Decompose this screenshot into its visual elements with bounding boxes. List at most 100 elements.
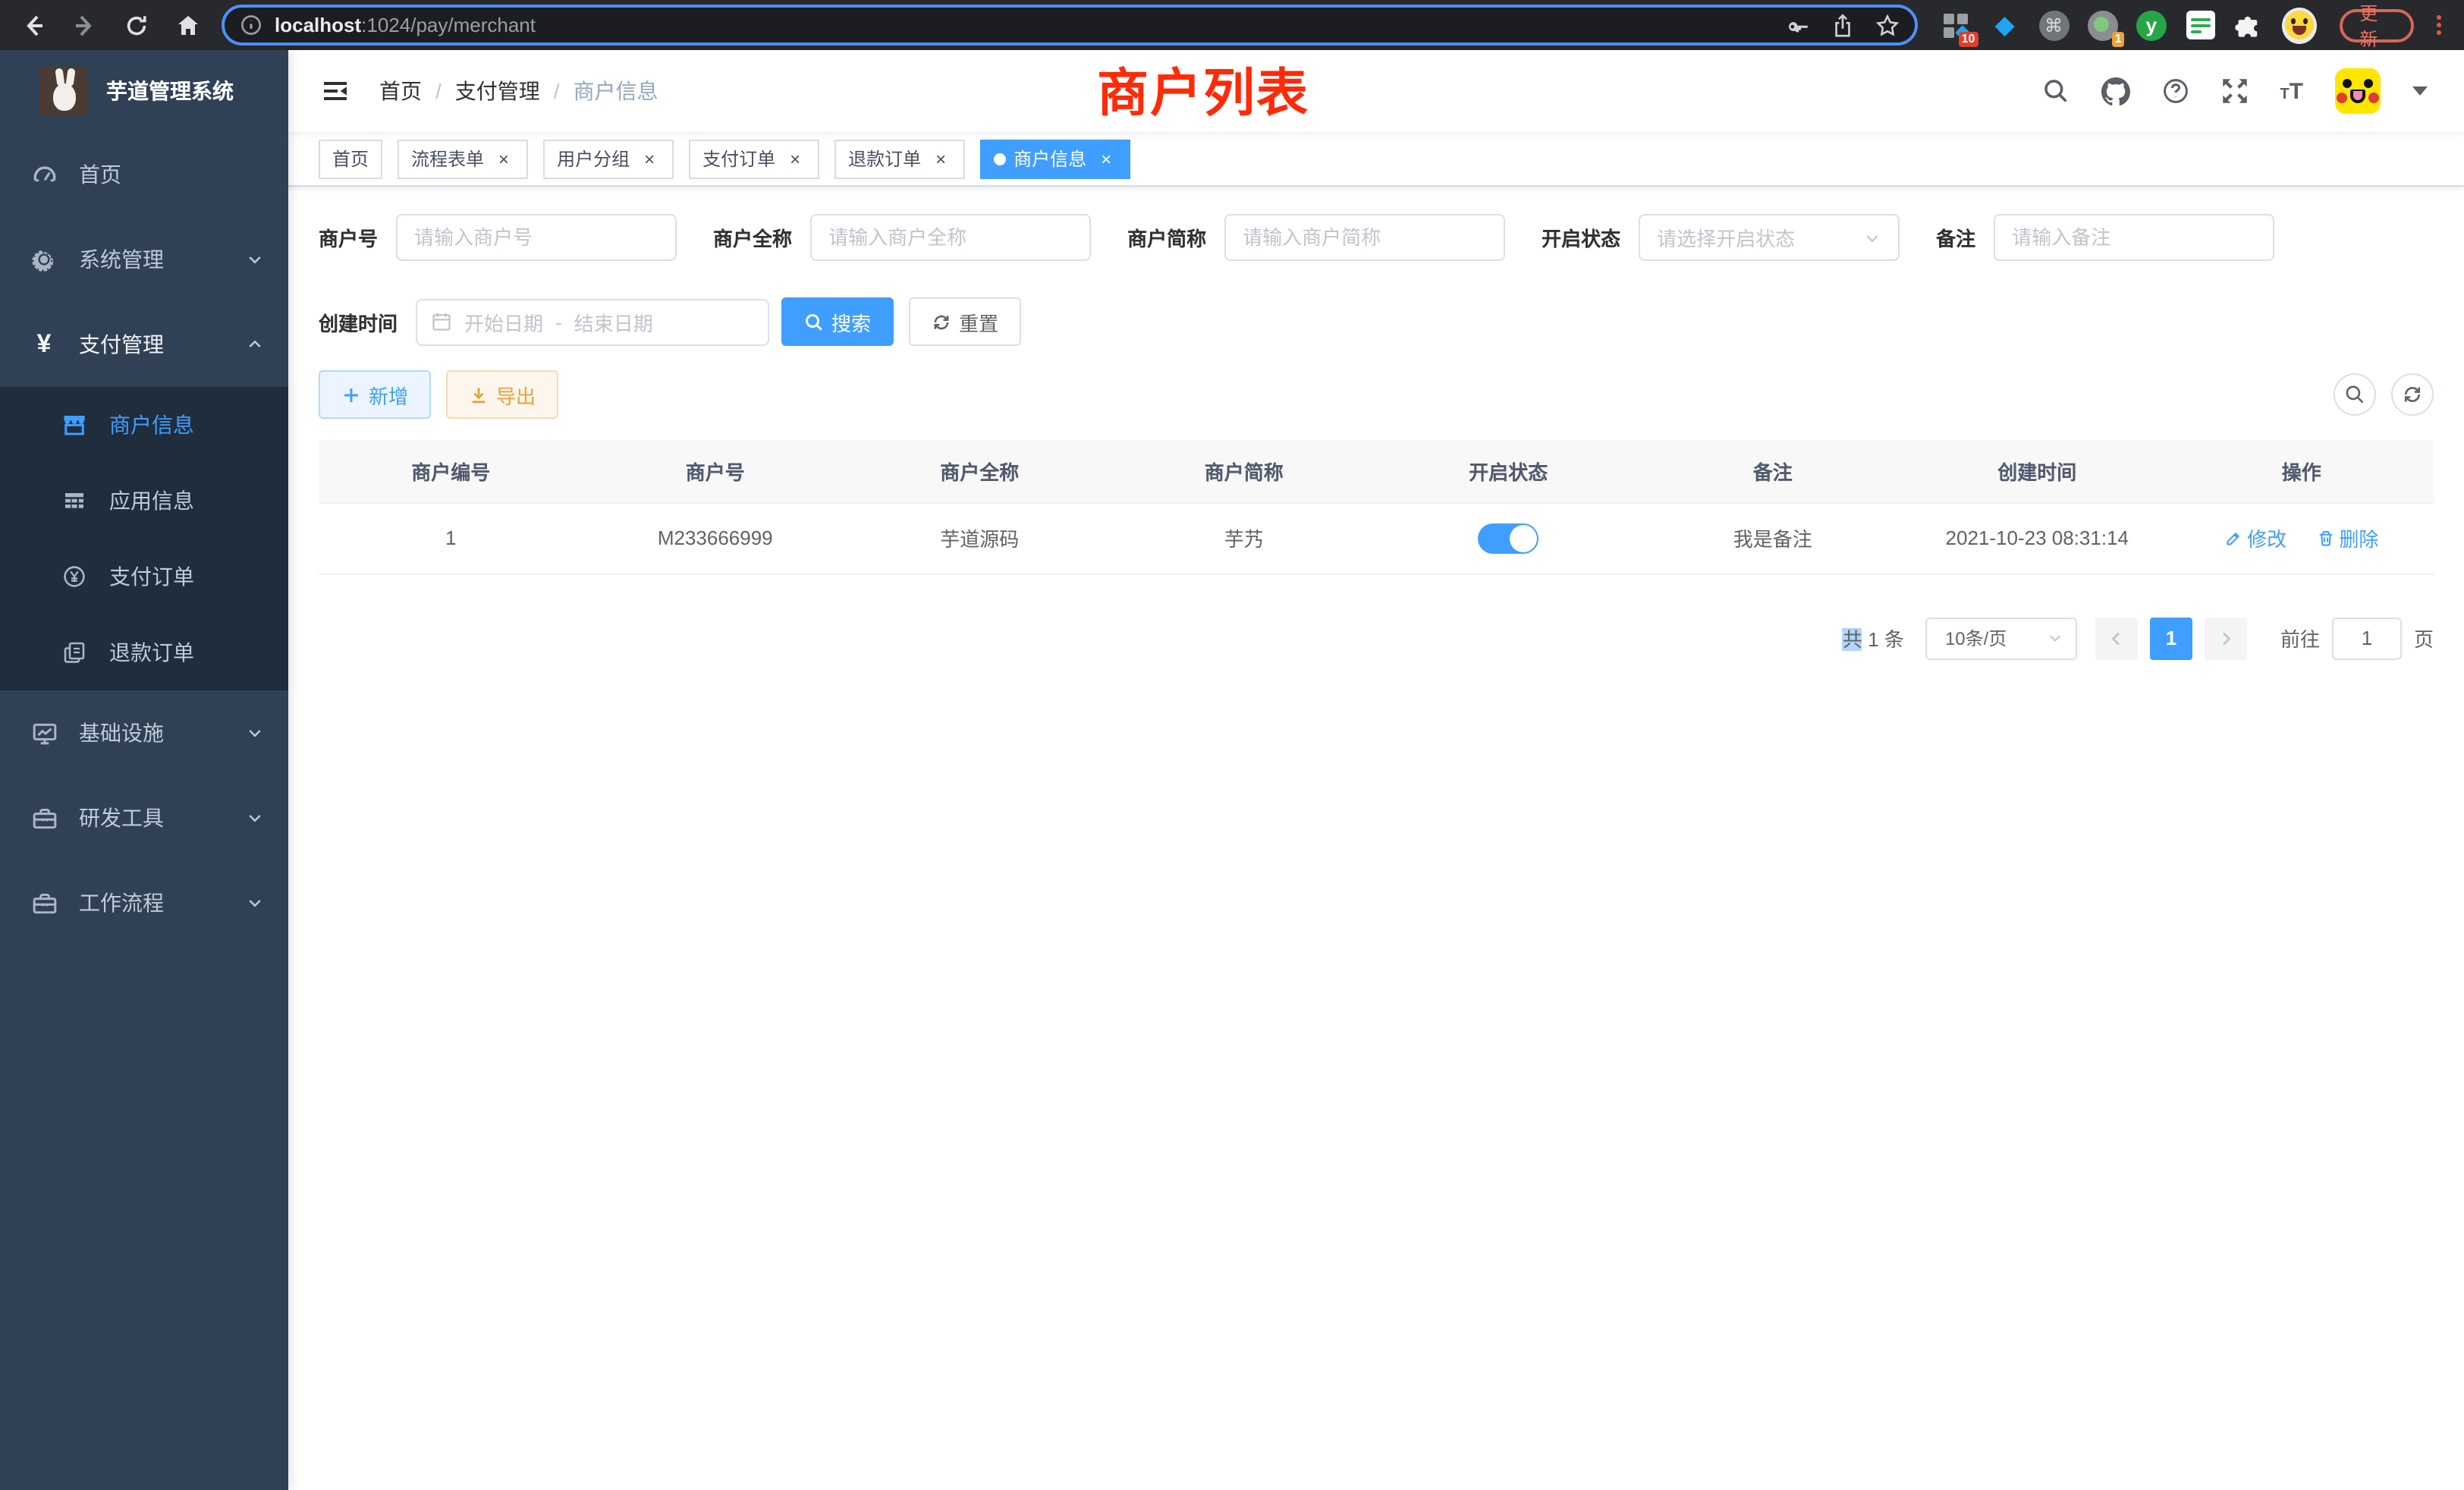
- sidebar-item-workflow[interactable]: 工作流程: [0, 860, 288, 945]
- filter-status: 开启状态 请选择开启状态: [1542, 214, 1900, 261]
- reload-icon[interactable]: [124, 13, 149, 37]
- short-name-input[interactable]: [1243, 226, 1487, 249]
- close-icon[interactable]: [930, 148, 951, 169]
- status-toggle[interactable]: [1478, 523, 1538, 553]
- back-icon[interactable]: [21, 13, 46, 37]
- page-size-select[interactable]: 10条/页: [1925, 617, 2077, 659]
- sidebar-item-label: 商户信息: [109, 410, 264, 440]
- extension-command-icon[interactable]: ⌘: [2038, 8, 2070, 42]
- create-time-range-picker[interactable]: 开始日期 - 结束日期: [416, 298, 769, 345]
- browser-update-button[interactable]: 更新: [2340, 8, 2414, 42]
- forward-icon[interactable]: [73, 13, 97, 37]
- search-button[interactable]: 搜索: [781, 297, 894, 346]
- edit-link[interactable]: 修改: [2224, 523, 2286, 552]
- sidebar-item-pay-order[interactable]: 支付订单: [0, 539, 288, 615]
- tab-user-group[interactable]: 用户分组: [543, 139, 674, 178]
- search-icon: [804, 312, 824, 332]
- sidebar-submenu-pay: 商户信息 应用信息 支付订单: [0, 387, 288, 690]
- github-icon[interactable]: [2101, 77, 2129, 105]
- breadcrumb-home[interactable]: 首页: [379, 76, 422, 106]
- table-header-row: 商户编号 商户号 商户全称 商户简称 开启状态 备注 创建时间 操作: [319, 440, 2434, 502]
- sidebar-item-pay[interactable]: ¥ 支付管理: [0, 302, 288, 387]
- rabbit-avatar: [39, 67, 88, 115]
- extension-grid-icon[interactable]: 10: [1940, 8, 1972, 42]
- close-icon[interactable]: [784, 148, 806, 169]
- sidebar-item-infra[interactable]: 基础设施: [0, 690, 288, 775]
- close-icon[interactable]: [493, 148, 514, 169]
- password-key-icon[interactable]: [1787, 13, 1811, 37]
- tab-refund-order[interactable]: 退款订单: [834, 139, 965, 178]
- share-icon[interactable]: [1832, 13, 1855, 37]
- dashboard-icon: [30, 162, 58, 187]
- sidebar-logo[interactable]: 芋道管理系统: [0, 50, 288, 132]
- sidebar-item-home[interactable]: 首页: [0, 132, 288, 217]
- tab-pay-order[interactable]: 支付订单: [689, 139, 819, 178]
- url-host: localhost: [275, 14, 361, 36]
- full-name-input[interactable]: [828, 226, 1073, 249]
- breadcrumb-separator: [554, 79, 560, 103]
- start-date-placeholder: 开始日期: [464, 307, 543, 336]
- pagination-total: 共 1 条: [1843, 624, 1904, 652]
- filter-short-name: 商户简称: [1127, 214, 1505, 261]
- font-size-icon[interactable]: TT: [2280, 80, 2303, 102]
- close-icon[interactable]: [639, 148, 660, 169]
- avatar-caret-icon[interactable]: [2412, 86, 2428, 103]
- prev-page-button[interactable]: [2095, 617, 2138, 659]
- toggle-search-button[interactable]: [2334, 373, 2376, 416]
- user-avatar[interactable]: [2335, 68, 2381, 114]
- close-icon[interactable]: [1095, 148, 1117, 169]
- extension-badge: 10: [1959, 31, 1978, 46]
- extension-session-icon[interactable]: 1: [2086, 8, 2118, 42]
- sidebar-fold-icon[interactable]: [313, 77, 358, 105]
- goto-page-input[interactable]: [2332, 617, 2402, 659]
- help-icon[interactable]: [2161, 77, 2189, 105]
- sidebar-item-dev-tools[interactable]: 研发工具: [0, 775, 288, 860]
- address-bar[interactable]: localhost:1024/pay/merchant: [222, 5, 1919, 46]
- field-label: 备注: [1936, 223, 1975, 252]
- sidebar-item-label: 退款订单: [109, 637, 264, 668]
- extension-y-icon[interactable]: y: [2136, 8, 2167, 42]
- monitor-icon: [30, 720, 58, 746]
- screen: localhost:1024/pay/merchant 10 ◆ ⌘: [0, 0, 2464, 1490]
- tab-process-form[interactable]: 流程表单: [398, 139, 528, 178]
- bookmark-star-icon[interactable]: [1876, 13, 1900, 37]
- remark-input[interactable]: [2012, 226, 2256, 249]
- sidebar-item-label: 支付订单: [109, 561, 264, 592]
- sidebar-item-app-info[interactable]: 应用信息: [0, 463, 288, 539]
- sidebar-item-merchant-info[interactable]: 商户信息: [0, 387, 288, 463]
- pagination: 共 1 条 10条/页 1: [319, 617, 2434, 659]
- extension-gem-icon[interactable]: ◆: [1988, 8, 2020, 42]
- merchant-table: 商户编号 商户号 商户全称 商户简称 开启状态 备注 创建时间 操作 1: [319, 440, 2434, 574]
- toolbox-icon: [30, 890, 58, 916]
- tab-merchant-info[interactable]: 商户信息: [980, 139, 1130, 178]
- cell-actions: 修改 删除: [2170, 502, 2434, 574]
- page-number-1[interactable]: 1: [2150, 617, 2192, 659]
- header-search-icon[interactable]: [2041, 77, 2069, 105]
- next-page-button[interactable]: [2205, 617, 2247, 659]
- refresh-table-button[interactable]: [2391, 373, 2434, 416]
- add-button[interactable]: 新增: [319, 370, 431, 419]
- delete-link[interactable]: 删除: [2316, 523, 2378, 552]
- browser-profile-avatar[interactable]: [2282, 7, 2317, 43]
- page-container: 商户号 商户全称 商户简称 开启状态 请选择开启状态: [288, 187, 2464, 1490]
- browser-menu-icon[interactable]: [2431, 12, 2446, 38]
- breadcrumb-pay[interactable]: 支付管理: [455, 76, 540, 106]
- sidebar-item-label: 研发工具: [79, 803, 246, 833]
- cell-create-time: 2021-10-23 08:31:14: [1905, 502, 2170, 574]
- reset-button[interactable]: 重置: [909, 297, 1021, 346]
- trash-icon: [2316, 529, 2334, 547]
- extension-notes-icon[interactable]: [2184, 8, 2216, 42]
- sidebar-item-system[interactable]: 系统管理: [0, 217, 288, 302]
- selected-text: 共: [1843, 628, 1862, 651]
- merchant-no-input[interactable]: [414, 226, 658, 249]
- site-info-icon[interactable]: [240, 14, 262, 36]
- tab-home[interactable]: 首页: [319, 139, 382, 178]
- filter-create-time: 创建时间 开始日期 - 结束日期: [319, 298, 769, 345]
- home-icon[interactable]: [176, 13, 200, 37]
- status-select[interactable]: 请选择开启状态: [1639, 214, 1900, 261]
- fullscreen-icon[interactable]: [2220, 77, 2248, 105]
- export-button[interactable]: 导出: [446, 370, 558, 419]
- extensions-puzzle-icon[interactable]: [2233, 8, 2265, 42]
- sidebar-item-refund-order[interactable]: 退款订单: [0, 615, 288, 690]
- col-actions: 操作: [2170, 440, 2434, 502]
